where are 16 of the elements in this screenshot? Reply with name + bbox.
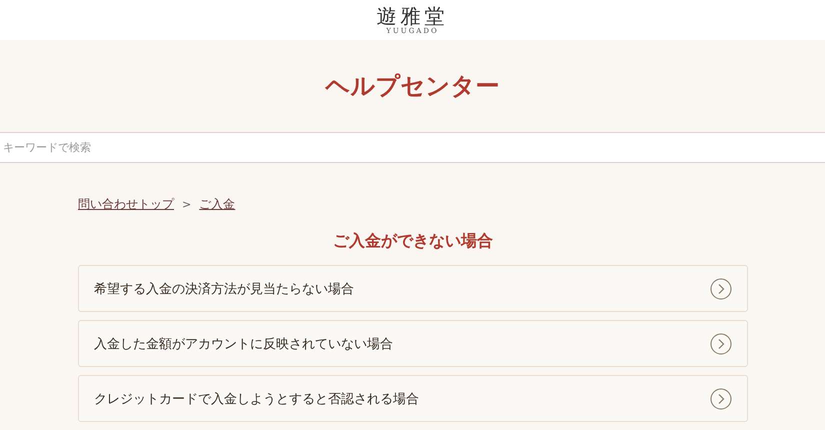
faq-item[interactable]: 入金した金額がアカウントに反映されていない場合 (78, 320, 748, 367)
faq-item-label: クレジットカードで入金しようとすると否認される場合 (94, 390, 419, 408)
breadcrumb-separator: > (182, 198, 192, 210)
breadcrumb-link[interactable]: ご入金 (199, 196, 236, 212)
chevron-circle-icon (710, 332, 732, 354)
faq-item[interactable]: 希望する入金の決済方法が見当たらない場合 (78, 265, 748, 312)
faq-item-label: 入金した金額がアカウントに反映されていない場合 (94, 336, 393, 352)
chevron-circle-icon (710, 388, 732, 410)
logo[interactable]: 遊雅堂 (376, 4, 448, 26)
breadcrumb-link[interactable]: 問い合わせトップ (78, 196, 174, 212)
faq-item-label: 希望する入金の決済方法が見当たらない場合 (94, 280, 354, 298)
chevron-circle-icon (710, 278, 732, 300)
section-title: ご入金ができない場合 (332, 231, 494, 252)
faq-item[interactable]: クレジットカードで入金しようとすると否認される場合 (78, 375, 748, 422)
search-field[interactable]: キーワードで検索 (0, 132, 825, 163)
page-title: ヘルプセンター (324, 71, 500, 102)
